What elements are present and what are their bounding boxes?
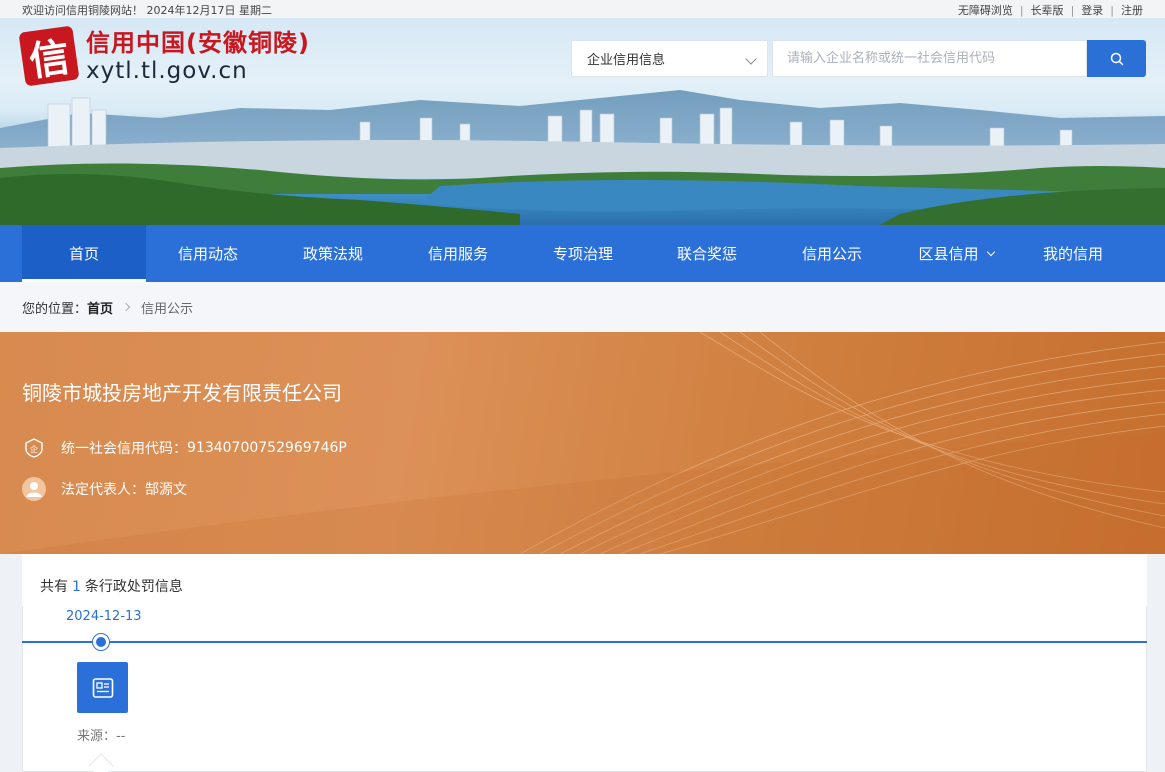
record-count: 共有 1 条行政处罚信息 bbox=[40, 576, 183, 596]
site-url: xytl.tl.gov.cn bbox=[86, 58, 248, 84]
nav-item-county-credit[interactable]: 区县信用 bbox=[894, 225, 1018, 282]
search-type-value: 企业信用信息 bbox=[587, 53, 666, 68]
credit-seal-logo: 信 bbox=[18, 25, 80, 87]
search-button[interactable] bbox=[1087, 40, 1146, 77]
nav-item-county-credit-label: 区县信用 bbox=[918, 245, 979, 263]
company-name: 铜陵市城投房地产开发有限责任公司 bbox=[22, 381, 342, 405]
nav-item-home[interactable]: 首页 bbox=[22, 225, 146, 282]
timeline-dot bbox=[93, 634, 109, 650]
login-link[interactable]: 登录 bbox=[1081, 2, 1103, 18]
breadcrumb: 您的位置： 首页 信用公示 bbox=[0, 282, 1165, 332]
record-count-suffix: 条行政处罚信息 bbox=[84, 579, 183, 595]
nav-item-credit-services[interactable]: 信用服务 bbox=[396, 225, 520, 282]
credit-code-row: 企 统一社会信用代码： 91340700752969746P bbox=[22, 436, 347, 460]
site-title: 信用中国(安徽铜陵) bbox=[86, 29, 310, 57]
user-avatar-icon bbox=[22, 477, 46, 501]
document-icon bbox=[92, 677, 113, 698]
header-banner: 信 信用中国(安徽铜陵) xytl.tl.gov.cn 企业信用信息 bbox=[0, 18, 1165, 225]
divider: | bbox=[1110, 3, 1114, 17]
divider: | bbox=[1019, 3, 1024, 17]
breadcrumb-home-link[interactable]: 首页 bbox=[87, 298, 113, 317]
credit-code-label: 统一社会信用代码： bbox=[61, 441, 187, 457]
search-input[interactable] bbox=[772, 40, 1087, 77]
chevron-right-icon bbox=[121, 302, 131, 312]
divider: | bbox=[1070, 3, 1075, 17]
breadcrumb-current: 信用公示 bbox=[141, 301, 194, 317]
elder-version-link[interactable]: 长辈版 bbox=[1031, 2, 1064, 18]
register-link[interactable]: 注册 bbox=[1121, 2, 1143, 18]
nav-item-credit-disclosure[interactable]: 信用公示 bbox=[770, 225, 894, 282]
svg-text:企: 企 bbox=[30, 444, 38, 454]
record-source: 来源：-- bbox=[77, 725, 125, 744]
source-label: 来源： bbox=[77, 729, 117, 744]
nav-item-special-governance[interactable]: 专项治理 bbox=[521, 225, 645, 282]
penalty-records-panel: 共有 1 条行政处罚信息 2024-12-13 来源：-- bbox=[22, 554, 1147, 772]
credit-code-value: 91340700752969746P bbox=[187, 440, 347, 456]
breadcrumb-prefix: 您的位置： bbox=[22, 301, 88, 317]
welcome-text: 欢迎访问信用铜陵网站！ 2024年12月17日 星期二 bbox=[22, 4, 272, 17]
record-detail-button[interactable] bbox=[77, 662, 128, 713]
accessibility-link[interactable]: 无障碍浏览 bbox=[958, 2, 1013, 18]
timeline bbox=[22, 606, 1147, 772]
chevron-down-icon bbox=[986, 247, 995, 256]
enterprise-shield-icon: 企 bbox=[22, 436, 46, 460]
company-banner: 铜陵市城投房地产开发有限责任公司 企 统一社会信用代码： 91340700752… bbox=[0, 332, 1165, 554]
top-bar: 欢迎访问信用铜陵网站！ 2024年12月17日 星期二 无障碍浏览 | 长辈版 … bbox=[0, 0, 1165, 18]
timeline-date: 2024-12-13 bbox=[66, 609, 142, 624]
legal-rep-value: 郜源文 bbox=[145, 482, 187, 498]
record-count-number: 1 bbox=[72, 579, 81, 595]
top-links: 无障碍浏览 | 长辈版 | 登录 | 注册 bbox=[958, 2, 1143, 18]
site-logo[interactable]: 信 信用中国(安徽铜陵) xytl.tl.gov.cn bbox=[18, 25, 310, 87]
legal-rep-row: 法定代表人： 郜源文 bbox=[22, 477, 187, 501]
chevron-down-icon bbox=[745, 53, 757, 65]
legal-rep-label: 法定代表人： bbox=[61, 482, 145, 498]
search-bar: 企业信用信息 bbox=[571, 40, 1146, 77]
main-nav: 首页 信用动态 政策法规 信用服务 专项治理 联合奖惩 信用公示 区县信用 我的… bbox=[0, 225, 1165, 282]
search-type-select[interactable]: 企业信用信息 bbox=[571, 40, 768, 77]
nav-item-policies[interactable]: 政策法规 bbox=[271, 225, 395, 282]
source-value: -- bbox=[116, 729, 126, 744]
timeline-line bbox=[22, 641, 1147, 643]
nav-item-joint-rewards[interactable]: 联合奖惩 bbox=[645, 225, 769, 282]
nav-item-credit-news[interactable]: 信用动态 bbox=[146, 225, 270, 282]
nav-item-my-credit[interactable]: 我的信用 bbox=[1011, 225, 1135, 282]
search-icon bbox=[1110, 52, 1123, 65]
record-count-prefix: 共有 bbox=[40, 579, 68, 595]
